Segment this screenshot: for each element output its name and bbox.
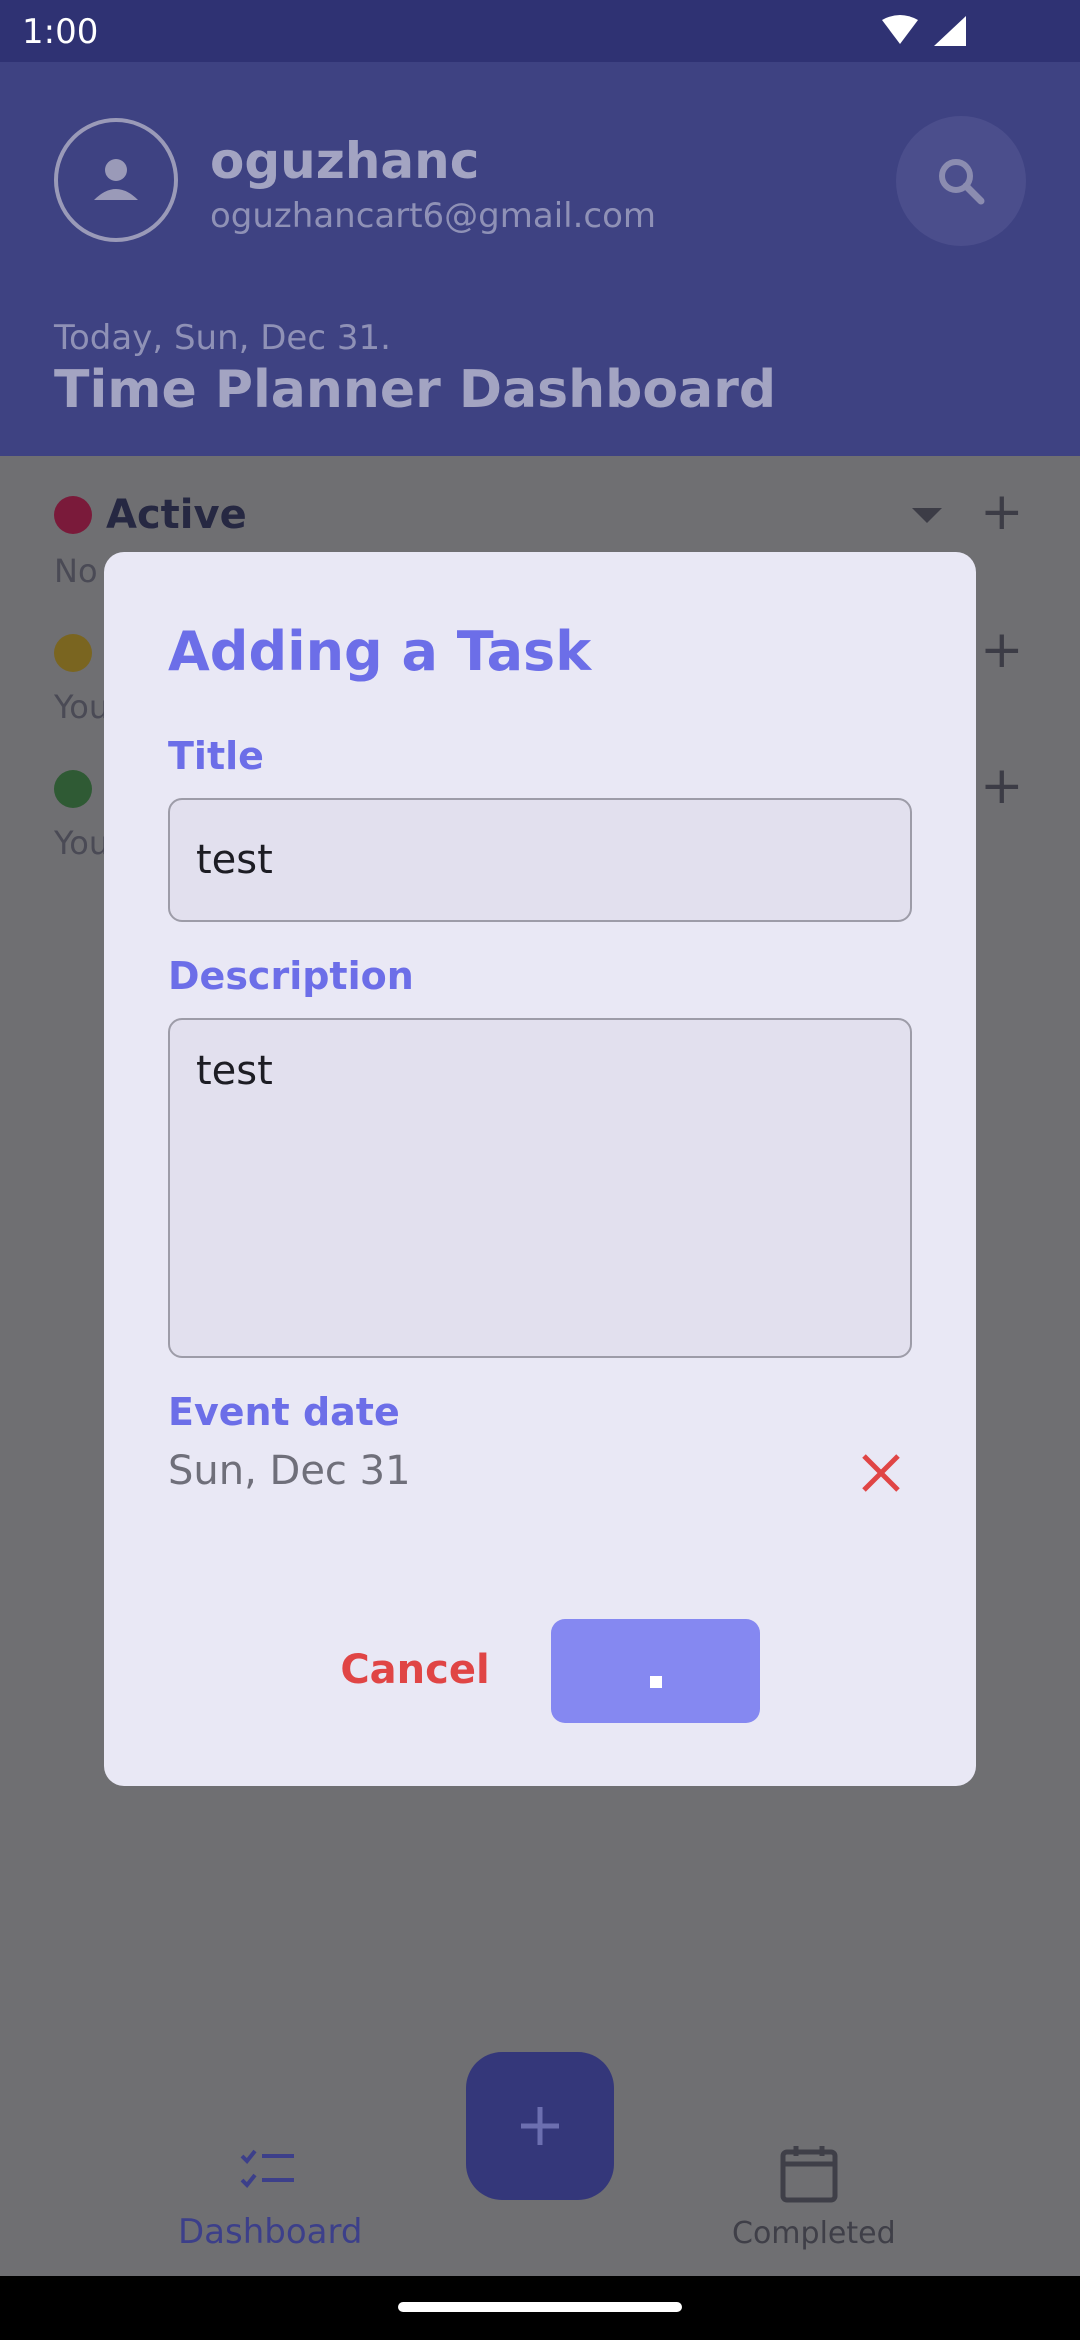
save-button[interactable]	[551, 1619, 760, 1723]
description-input[interactable]: test	[168, 1018, 912, 1358]
today-date: Today, Sun, Dec 31.	[54, 318, 391, 358]
calendar-icon[interactable]	[780, 2144, 838, 2208]
loading-indicator	[649, 1676, 662, 1688]
done-status-dot	[54, 770, 92, 808]
checklist-icon[interactable]	[240, 2148, 296, 2196]
done-empty-text: You	[54, 824, 110, 862]
title-label: Title	[168, 734, 264, 778]
add-task-fab[interactable]	[466, 2052, 614, 2200]
signal-icon	[934, 16, 966, 46]
active-status-dot	[54, 496, 92, 534]
active-section-label: Active	[106, 492, 247, 538]
user-name: oguzhanc	[210, 132, 480, 190]
page-title: Time Planner Dashboard	[54, 360, 777, 420]
user-icon	[94, 159, 138, 200]
search-icon	[939, 159, 985, 205]
title-input[interactable]: test	[168, 798, 912, 922]
event-date-value[interactable]: Sun, Dec 31	[168, 1448, 411, 1494]
description-label: Description	[168, 954, 414, 998]
avatar[interactable]	[54, 118, 178, 242]
status-icons	[880, 14, 970, 52]
dialog-title: Adding a Task	[168, 620, 592, 683]
event-date-label: Event date	[168, 1390, 400, 1434]
wifi-icon	[882, 15, 918, 44]
home-indicator[interactable]	[398, 2302, 682, 2312]
plus-icon	[521, 2107, 559, 2145]
nav-completed-label[interactable]: Completed	[732, 2216, 896, 2251]
add-pending-task-icon[interactable]: +	[980, 620, 1024, 680]
user-email: oguzhancart6@gmail.com	[210, 196, 657, 236]
search-button[interactable]	[896, 116, 1026, 246]
add-done-task-icon[interactable]: +	[980, 756, 1024, 816]
pending-empty-text: You	[54, 688, 110, 726]
clear-date-button[interactable]	[850, 1442, 912, 1504]
add-active-task-icon[interactable]: +	[980, 482, 1024, 542]
close-icon	[862, 1454, 900, 1492]
pending-status-dot	[54, 634, 92, 672]
active-empty-text: No	[54, 552, 98, 590]
status-time: 1:00	[22, 12, 99, 52]
cancel-button[interactable]: Cancel	[320, 1618, 510, 1722]
chevron-down-icon[interactable]	[912, 508, 942, 523]
nav-dashboard-label[interactable]: Dashboard	[178, 2212, 362, 2252]
